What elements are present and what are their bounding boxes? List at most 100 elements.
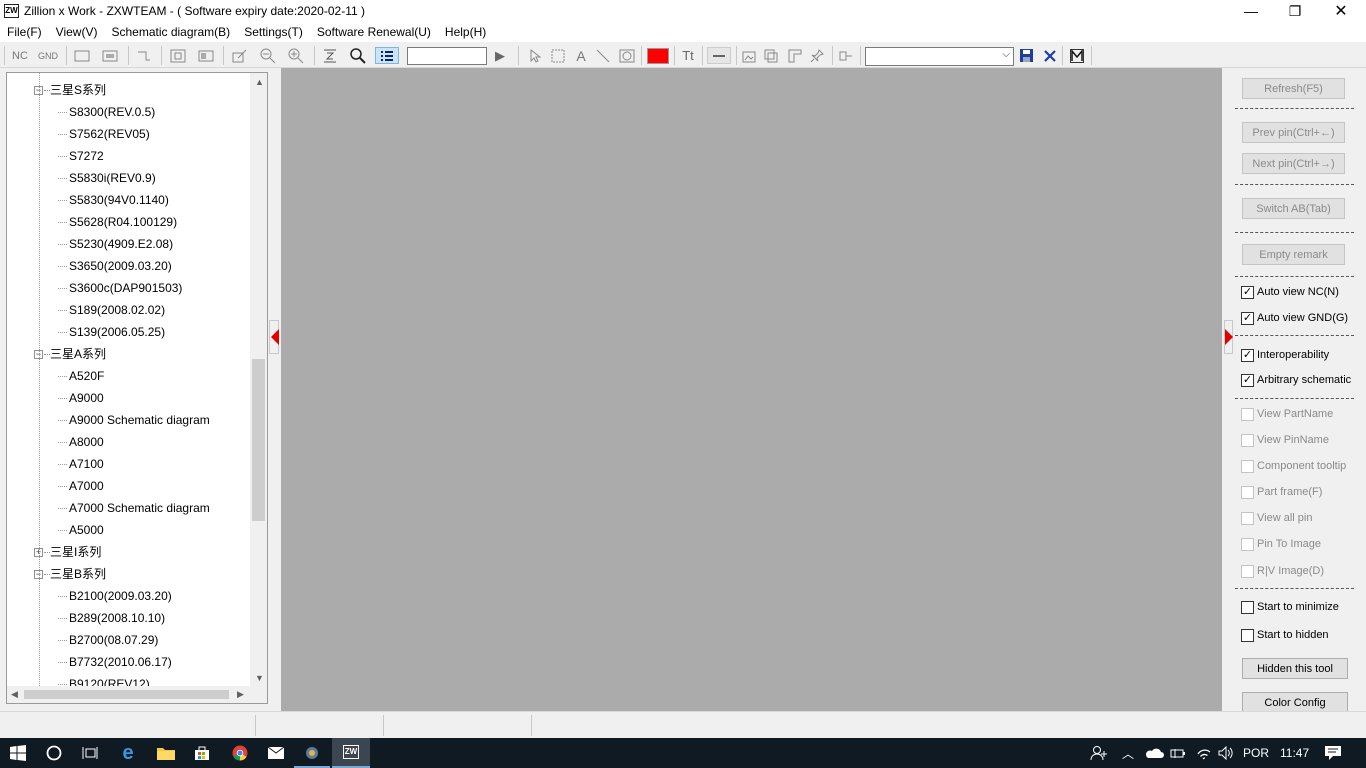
unchecked-box-icon[interactable] xyxy=(1241,537,1254,551)
gnd-button[interactable]: GND xyxy=(36,47,60,64)
unchecked-box-icon[interactable] xyxy=(1241,407,1254,421)
tree-item[interactable]: A5000 xyxy=(69,519,104,541)
tree-group[interactable]: 三星B系列 xyxy=(50,563,106,585)
nc-button[interactable]: NC xyxy=(9,47,31,64)
tree-item[interactable]: S3650(2009.03.20) xyxy=(69,255,172,277)
option-checkbox[interactable]: Pin To Image xyxy=(1241,536,1321,552)
checked-box-icon[interactable]: ✓ xyxy=(1241,373,1254,387)
list-view-icon[interactable] xyxy=(375,47,399,64)
tree-item[interactable]: B9120(REV12) xyxy=(69,673,150,686)
search-input[interactable] xyxy=(407,47,487,65)
scroll-left-icon[interactable]: ◀ xyxy=(11,689,18,700)
option-checkbox[interactable]: ✓ Interoperability xyxy=(1241,347,1329,363)
tree-item[interactable]: B2100(2009.03.20) xyxy=(69,585,172,607)
scroll-right-icon[interactable]: ▶ xyxy=(237,689,244,700)
option-checkbox[interactable]: Start to hidden xyxy=(1241,627,1329,643)
collapse-left-panel-button[interactable] xyxy=(269,320,279,354)
tree-item[interactable]: S189(2008.02.02) xyxy=(69,299,165,321)
tree-item[interactable]: S7272 xyxy=(69,145,104,167)
tree-item[interactable]: S5230(4909.E2.08) xyxy=(69,233,173,255)
mail-icon[interactable] xyxy=(258,738,294,768)
cortana-icon[interactable] xyxy=(36,738,72,768)
option-checkbox[interactable]: Start to minimize xyxy=(1241,599,1339,615)
image-copy-icon[interactable] xyxy=(762,47,780,64)
tree-item[interactable]: A8000 xyxy=(69,431,104,453)
line-icon[interactable] xyxy=(594,47,612,64)
next-pin-button[interactable]: Next pin(Ctrl+→) xyxy=(1242,153,1345,174)
align-icon[interactable] xyxy=(320,47,340,64)
tree-item[interactable]: B2700(08.07.29) xyxy=(69,629,158,651)
chevron-up-icon[interactable]: ︿ xyxy=(1122,738,1134,768)
play-icon[interactable]: ▶ xyxy=(492,47,508,64)
zxw-taskbar-button[interactable]: ZW xyxy=(332,738,370,768)
text-icon[interactable]: A xyxy=(572,47,590,64)
onedrive-icon[interactable] xyxy=(1144,738,1164,768)
menu-schematic-diagram[interactable]: Schematic diagram(B) xyxy=(104,22,237,42)
zoom-out-icon[interactable] xyxy=(258,47,278,64)
maximize-button[interactable]: ❐ xyxy=(1272,0,1318,22)
unchecked-box-icon[interactable] xyxy=(1241,433,1254,447)
vertical-scroll-thumb[interactable] xyxy=(252,359,265,521)
unchecked-box-icon[interactable] xyxy=(1241,628,1254,642)
tree-item[interactable]: A7100 xyxy=(69,453,104,475)
model-tree[interactable]: − 三星S系列 S8300(REV.0.5) S7562(REV05) S7272 S58… xyxy=(6,72,268,704)
image-icon[interactable] xyxy=(740,47,758,64)
option-checkbox[interactable]: View all pin xyxy=(1241,510,1312,526)
close-file-icon[interactable] xyxy=(1042,47,1058,64)
search-icon[interactable] xyxy=(348,47,368,64)
frame-icon[interactable] xyxy=(196,47,216,64)
unchecked-box-icon[interactable] xyxy=(1241,511,1254,525)
line-width-icon[interactable] xyxy=(707,47,731,64)
unchecked-box-icon[interactable] xyxy=(1241,600,1254,614)
tree-item[interactable]: B289(2008.10.10) xyxy=(69,607,165,629)
edge-icon[interactable]: e xyxy=(110,738,146,768)
fit-screen-icon[interactable] xyxy=(168,47,188,64)
people-icon[interactable] xyxy=(1090,738,1108,768)
scroll-up-icon[interactable]: ▲ xyxy=(255,77,264,87)
refresh-button[interactable]: Refresh(F5) xyxy=(1242,78,1345,99)
app-running-icon[interactable] xyxy=(294,738,330,768)
notifications-icon[interactable] xyxy=(1324,738,1342,768)
option-checkbox[interactable]: R|V Image(D) xyxy=(1241,563,1324,579)
tree-item[interactable]: S139(2006.05.25) xyxy=(69,321,165,343)
prev-pin-button[interactable]: Prev pin(Ctrl+←) xyxy=(1242,122,1345,143)
option-checkbox[interactable]: View PinName xyxy=(1241,432,1329,448)
menu-help[interactable]: Help(H) xyxy=(438,22,493,42)
wifi-icon[interactable] xyxy=(1196,738,1212,768)
tree-item[interactable]: S3600c(DAP901503) xyxy=(69,277,182,299)
tree-item[interactable]: A520F xyxy=(69,365,104,387)
route-icon[interactable] xyxy=(134,47,154,64)
chrome-icon[interactable] xyxy=(222,738,258,768)
option-checkbox[interactable]: Component tooltip xyxy=(1241,458,1346,474)
part-name-icon[interactable] xyxy=(72,47,92,64)
board-combo[interactable]: ⌵ xyxy=(865,47,1014,66)
menu-view[interactable]: View(V) xyxy=(49,22,105,42)
option-checkbox[interactable]: ✓ Auto view NC(N) xyxy=(1241,284,1339,300)
select-arrow-icon[interactable] xyxy=(526,47,544,64)
tree-item[interactable]: S8300(REV.0.5) xyxy=(69,101,155,123)
tree-item[interactable]: A9000 xyxy=(69,387,104,409)
language-indicator[interactable]: POR xyxy=(1243,738,1269,768)
tree-group[interactable]: 三星A系列 xyxy=(50,343,106,365)
tree-group[interactable]: 三星S系列 xyxy=(50,79,106,101)
layout-icon[interactable] xyxy=(786,47,804,64)
menu-settings[interactable]: Settings(T) xyxy=(237,22,310,42)
checked-box-icon[interactable]: ✓ xyxy=(1241,311,1254,325)
task-view-icon[interactable] xyxy=(72,738,108,768)
menu-file[interactable]: File(F) xyxy=(0,22,49,42)
mirror-icon[interactable] xyxy=(1068,47,1086,64)
circle-icon[interactable] xyxy=(617,47,637,64)
horizontal-scroll-thumb[interactable] xyxy=(24,690,229,699)
hidden-tool-button[interactable]: Hidden this tool xyxy=(1242,658,1348,679)
volume-icon[interactable] xyxy=(1218,738,1234,768)
tree-item[interactable]: B7732(2010.06.17) xyxy=(69,651,172,673)
empty-remark-button[interactable]: Empty remark xyxy=(1242,244,1345,265)
checked-box-icon[interactable]: ✓ xyxy=(1241,285,1254,299)
tree-item[interactable]: S5830(94V0.1140) xyxy=(69,189,169,211)
collapse-right-panel-button[interactable] xyxy=(1224,320,1233,354)
pin-name-icon[interactable] xyxy=(100,47,120,64)
tree-item[interactable]: S7562(REV05) xyxy=(69,123,150,145)
save-icon[interactable] xyxy=(1018,47,1034,64)
pin-icon[interactable] xyxy=(808,47,826,64)
edit-icon[interactable] xyxy=(230,47,250,64)
